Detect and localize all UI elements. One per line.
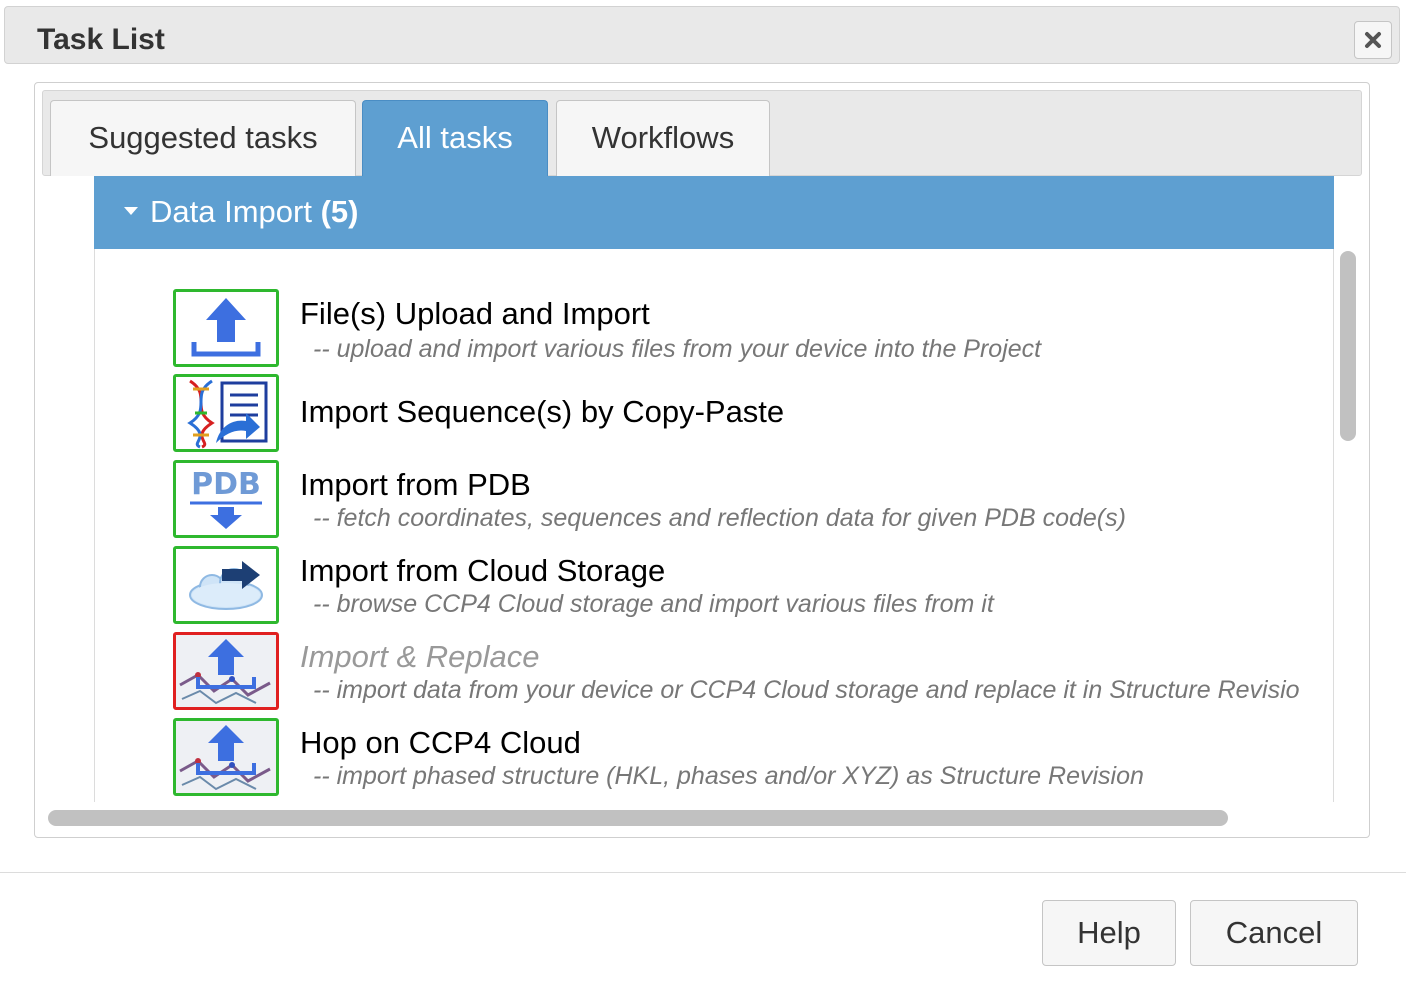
dialog-titlebar: Task List xyxy=(4,6,1400,64)
category-count: (5) xyxy=(320,194,359,229)
category-header-data-import[interactable]: Data Import (5) xyxy=(94,176,1334,249)
cancel-button[interactable]: Cancel xyxy=(1190,900,1358,966)
task-item-file-upload[interactable]: File(s) Upload and Import -- upload and … xyxy=(95,289,1333,369)
task-description: -- import phased structure (HKL, phases … xyxy=(313,762,1144,790)
help-button[interactable]: Help xyxy=(1042,900,1176,966)
task-title: Hop on CCP4 Cloud xyxy=(300,725,581,760)
task-item-hop-on-cloud[interactable]: Hop on CCP4 Cloud -- import phased struc… xyxy=(95,718,1333,798)
task-item-import-replace[interactable]: Import & Replace -- import data from you… xyxy=(95,632,1333,712)
pdb-import-icon: PDB xyxy=(173,460,279,538)
sequence-paste-icon xyxy=(173,374,279,452)
tab-suggested-tasks[interactable]: Suggested tasks xyxy=(50,100,356,176)
task-item-import-cloud[interactable]: Import from Cloud Storage -- browse CCP4… xyxy=(95,546,1333,626)
task-title: Import from PDB xyxy=(300,467,531,502)
svg-text:PDB: PDB xyxy=(191,467,261,502)
task-item-import-pdb[interactable]: PDB Import from PDB -- fetch coordinates… xyxy=(95,460,1333,540)
tab-all-tasks[interactable]: All tasks xyxy=(362,100,548,176)
cloud-import-icon xyxy=(173,546,279,624)
close-icon xyxy=(1365,32,1381,48)
task-title: Import & Replace xyxy=(300,639,540,674)
close-button[interactable] xyxy=(1354,21,1392,59)
task-description: -- upload and import various files from … xyxy=(313,335,1042,363)
import-replace-icon xyxy=(173,632,279,710)
vertical-scrollbar[interactable] xyxy=(1340,251,1356,441)
task-description: -- browse CCP4 Cloud storage and import … xyxy=(313,590,994,618)
collapse-arrow-icon xyxy=(124,207,138,215)
horizontal-scrollbar[interactable] xyxy=(48,810,1228,826)
upload-icon xyxy=(173,289,279,367)
task-description: -- import data from your device or CCP4 … xyxy=(313,676,1300,704)
task-title: Import from Cloud Storage xyxy=(300,553,666,588)
task-description: -- fetch coordinates, sequences and refl… xyxy=(313,504,1126,532)
footer-divider xyxy=(0,872,1406,873)
hop-on-cloud-icon xyxy=(173,718,279,796)
task-list: File(s) Upload and Import -- upload and … xyxy=(94,249,1334,802)
category-label: Data Import (5) xyxy=(150,194,358,230)
task-title: Import Sequence(s) by Copy-Paste xyxy=(300,394,785,429)
category-name: Data Import xyxy=(150,194,312,229)
task-item-import-sequence[interactable]: Import Sequence(s) by Copy-Paste xyxy=(95,374,1333,454)
task-title: File(s) Upload and Import xyxy=(300,296,650,331)
dialog-title: Task List xyxy=(37,23,165,56)
tab-workflows[interactable]: Workflows xyxy=(556,100,770,176)
